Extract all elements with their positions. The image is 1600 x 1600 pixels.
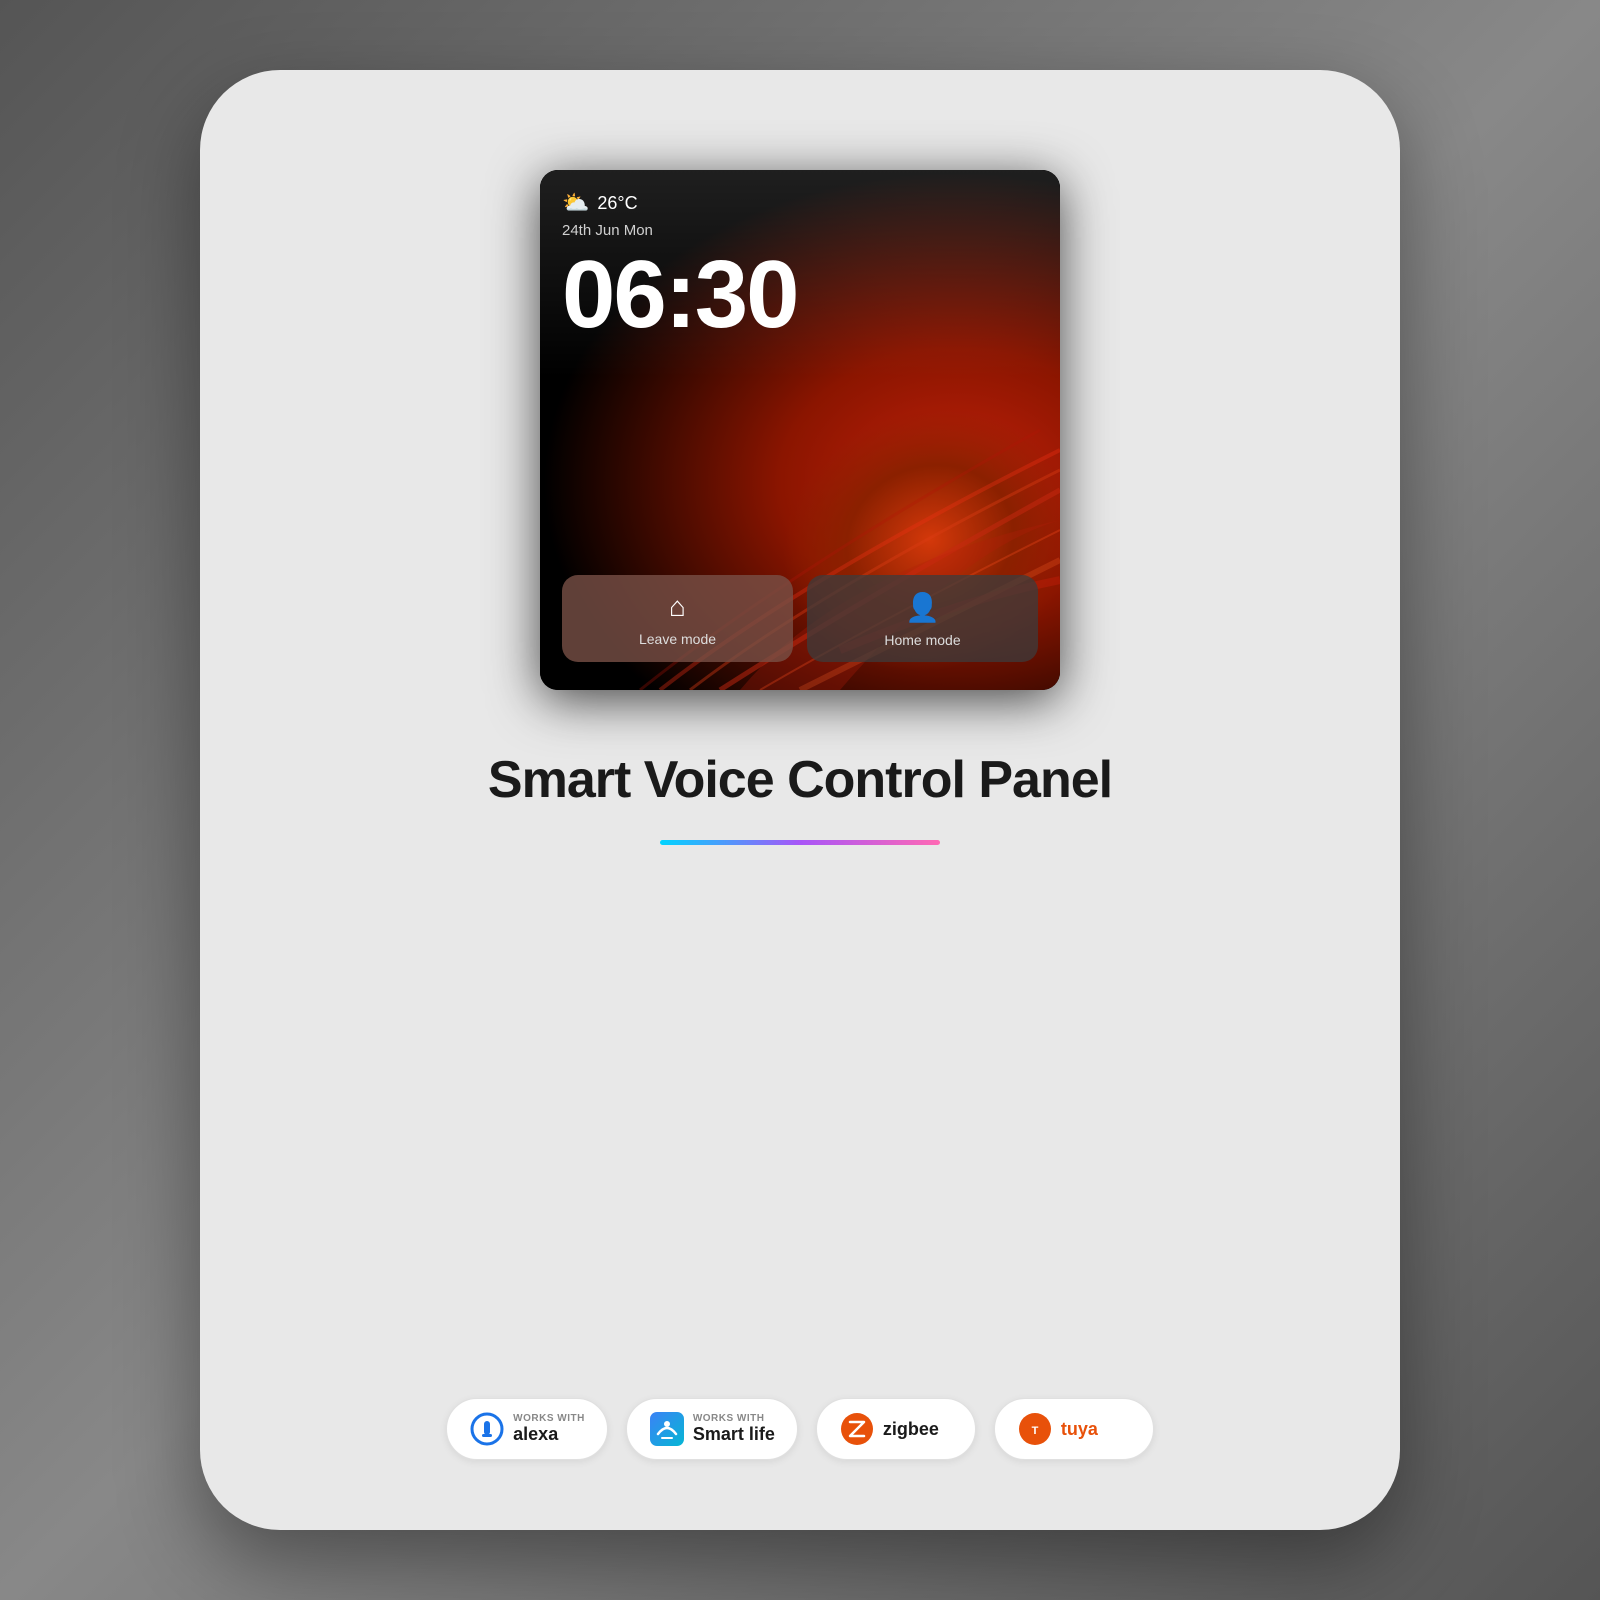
zigbee-name: zigbee <box>883 1419 939 1440</box>
temperature-display: 26°C <box>597 193 637 214</box>
alexa-text-group: WORKS WITH alexa <box>513 1413 585 1445</box>
smartlife-icon <box>649 1411 685 1447</box>
device-frame: ⛅ 26°C 24th Jun Mon 06:30 ⌂ Leave mode 👤… <box>540 170 1060 690</box>
time-display: 06:30 <box>562 247 1038 343</box>
badge-zigbee: zigbee <box>816 1398 976 1460</box>
home-mode-icon: 👤 <box>905 591 940 624</box>
screen-content: ⛅ 26°C 24th Jun Mon 06:30 ⌂ Leave mode 👤… <box>540 170 1060 690</box>
leave-mode-icon: ⌂ <box>669 591 686 623</box>
product-title: Smart Voice Control Panel <box>488 750 1112 810</box>
compatibility-badges: WORKS WITH alexa <box>446 1398 1154 1460</box>
home-mode-button[interactable]: 👤 Home mode <box>807 575 1038 662</box>
zigbee-text-group: zigbee <box>883 1419 939 1440</box>
weather-icon: ⛅ <box>562 190 589 216</box>
badge-smartlife: WORKS WITH Smart life <box>626 1398 798 1460</box>
alexa-icon <box>469 1411 505 1447</box>
weather-row: ⛅ 26°C <box>562 190 1038 216</box>
tuya-icon: T <box>1017 1411 1053 1447</box>
smartlife-works-with: WORKS WITH <box>693 1413 775 1424</box>
badge-tuya: T tuya <box>994 1398 1154 1460</box>
svg-text:T: T <box>1031 1425 1038 1437</box>
smartlife-text-group: WORKS WITH Smart life <box>693 1413 775 1445</box>
device-screen: ⛅ 26°C 24th Jun Mon 06:30 ⌂ Leave mode 👤… <box>540 170 1060 690</box>
rainbow-divider <box>660 840 940 845</box>
tuya-text-group: tuya <box>1061 1419 1098 1440</box>
smartlife-name: Smart life <box>693 1424 775 1445</box>
badge-alexa: WORKS WITH alexa <box>446 1398 608 1460</box>
date-display: 24th Jun Mon <box>562 222 1038 239</box>
leave-mode-button[interactable]: ⌂ Leave mode <box>562 575 793 662</box>
home-mode-label: Home mode <box>884 632 960 648</box>
zigbee-icon <box>839 1411 875 1447</box>
product-card: ⛅ 26°C 24th Jun Mon 06:30 ⌂ Leave mode 👤… <box>200 70 1400 1530</box>
tuya-name: tuya <box>1061 1419 1098 1440</box>
alexa-name: alexa <box>513 1424 585 1445</box>
mode-buttons-row: ⌂ Leave mode 👤 Home mode <box>562 575 1038 670</box>
leave-mode-label: Leave mode <box>639 631 716 647</box>
alexa-works-with: WORKS WITH <box>513 1413 585 1424</box>
